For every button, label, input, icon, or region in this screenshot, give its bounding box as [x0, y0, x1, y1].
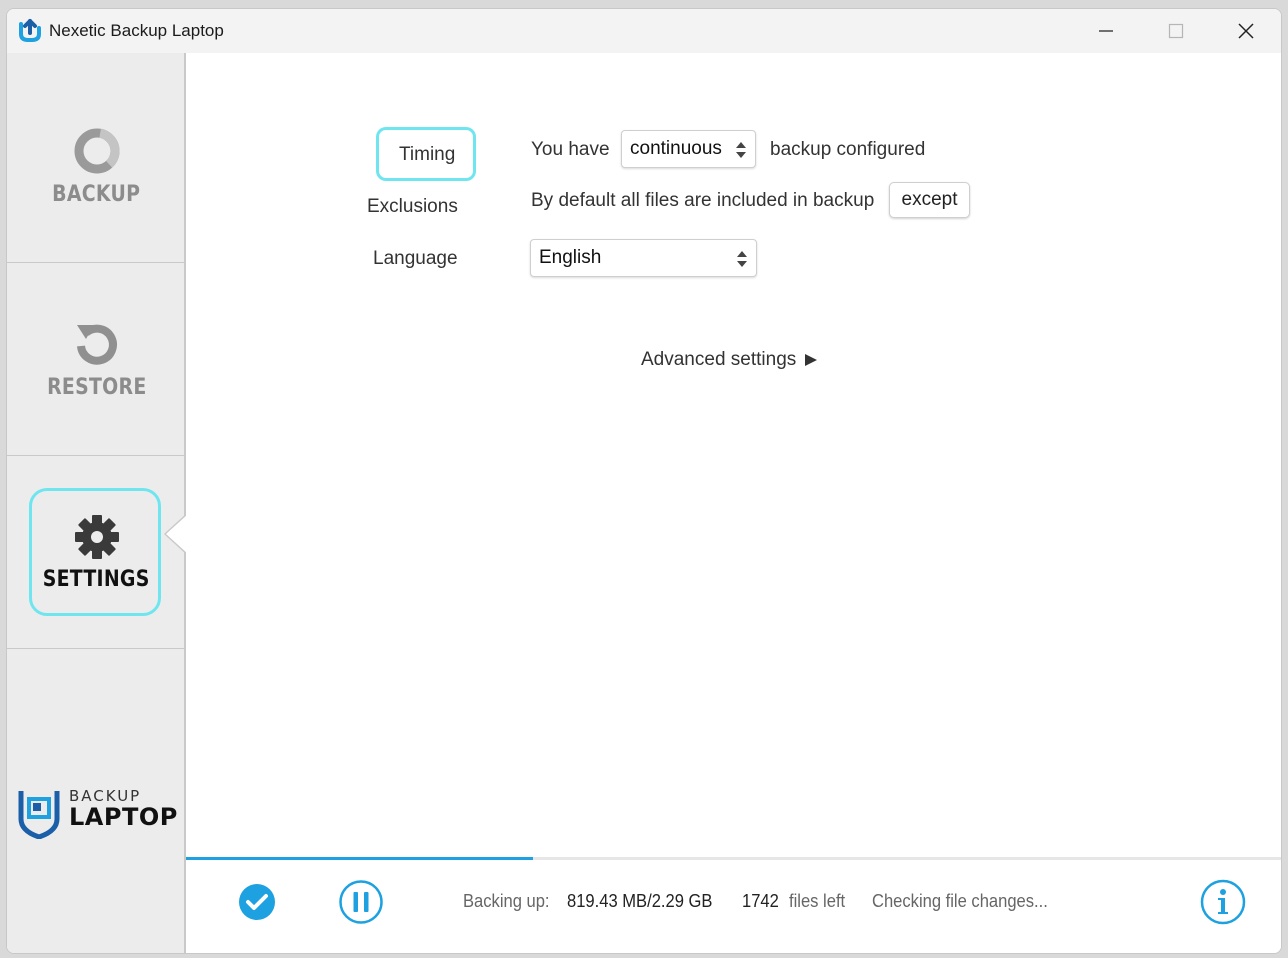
timing-select-value: continuous [630, 138, 722, 159]
status-backing-label: Backing up: [463, 891, 550, 911]
close-icon [1238, 23, 1254, 39]
app-logo-icon [19, 19, 41, 42]
status-files-label: files left [789, 891, 846, 911]
window-title: Nexetic Backup Laptop [49, 21, 224, 40]
exclusions-text: By default all files are included in bac… [531, 190, 875, 211]
status-message: Checking file changes... [872, 891, 1048, 911]
select-arrows-icon [737, 251, 747, 267]
sidebar-item-backup[interactable]: BACKUP [7, 71, 186, 263]
active-pointer [166, 514, 188, 554]
sidebar: BACKUP RESTORE SETTINGS BACKUP LAPTOP [7, 53, 186, 953]
status-backing-value: 819.43 MB/2.29 GB [567, 891, 713, 911]
status-files-count: 1742 [742, 891, 779, 911]
info-icon[interactable] [1200, 879, 1246, 925]
title-bar: Nexetic Backup Laptop [7, 9, 1281, 53]
gear-icon [74, 515, 119, 559]
timing-suffix-text: backup configured [770, 139, 926, 160]
backup-progress-bar [186, 857, 1281, 860]
minimize-icon [1099, 30, 1113, 32]
sidebar-item-label: SETTINGS [43, 567, 150, 592]
settings-panel: Timing You have continuous backup config… [186, 53, 1281, 857]
minimize-button[interactable] [1071, 9, 1141, 53]
language-select-value: English [539, 247, 602, 268]
sidebar-item-label: BACKUP [52, 182, 141, 207]
sidebar-item-settings[interactable]: SETTINGS [7, 457, 186, 649]
timing-select[interactable]: continuous [621, 130, 756, 168]
timing-prefix-text: You have [531, 139, 610, 160]
sidebar-item-label: RESTORE [46, 375, 147, 400]
backup-progress-fill [186, 857, 533, 860]
laptop-shield-icon [18, 791, 60, 839]
sidebar-item-restore[interactable]: RESTORE [7, 264, 186, 456]
language-select[interactable]: English [530, 239, 757, 277]
advanced-settings-toggle[interactable]: Advanced settings [641, 349, 818, 371]
brand-logo: BACKUP LAPTOP [17, 787, 177, 843]
close-button[interactable] [1211, 9, 1281, 53]
status-bar: Backing up: 819.43 MB/2.29 GB 1742 files… [186, 857, 1281, 953]
exclusions-label: Exclusions [367, 196, 458, 217]
backup-ring-icon [74, 128, 119, 174]
brand-line-bottom: LAPTOP [69, 803, 178, 831]
restore-arrow-icon [76, 324, 117, 365]
advanced-settings-label: Advanced settings [641, 349, 797, 370]
maximize-button[interactable] [1141, 9, 1211, 53]
select-arrows-icon [736, 142, 746, 158]
app-window: Nexetic Backup Laptop BACKUP RESTORE SET… [6, 8, 1282, 954]
pause-button[interactable] [339, 880, 383, 924]
maximize-icon [1168, 23, 1184, 39]
timing-label: Timing [399, 144, 456, 165]
check-circle-icon[interactable] [238, 883, 276, 921]
except-button[interactable]: except [889, 182, 970, 218]
triangle-right-icon [805, 354, 818, 366]
language-label: Language [373, 248, 458, 269]
